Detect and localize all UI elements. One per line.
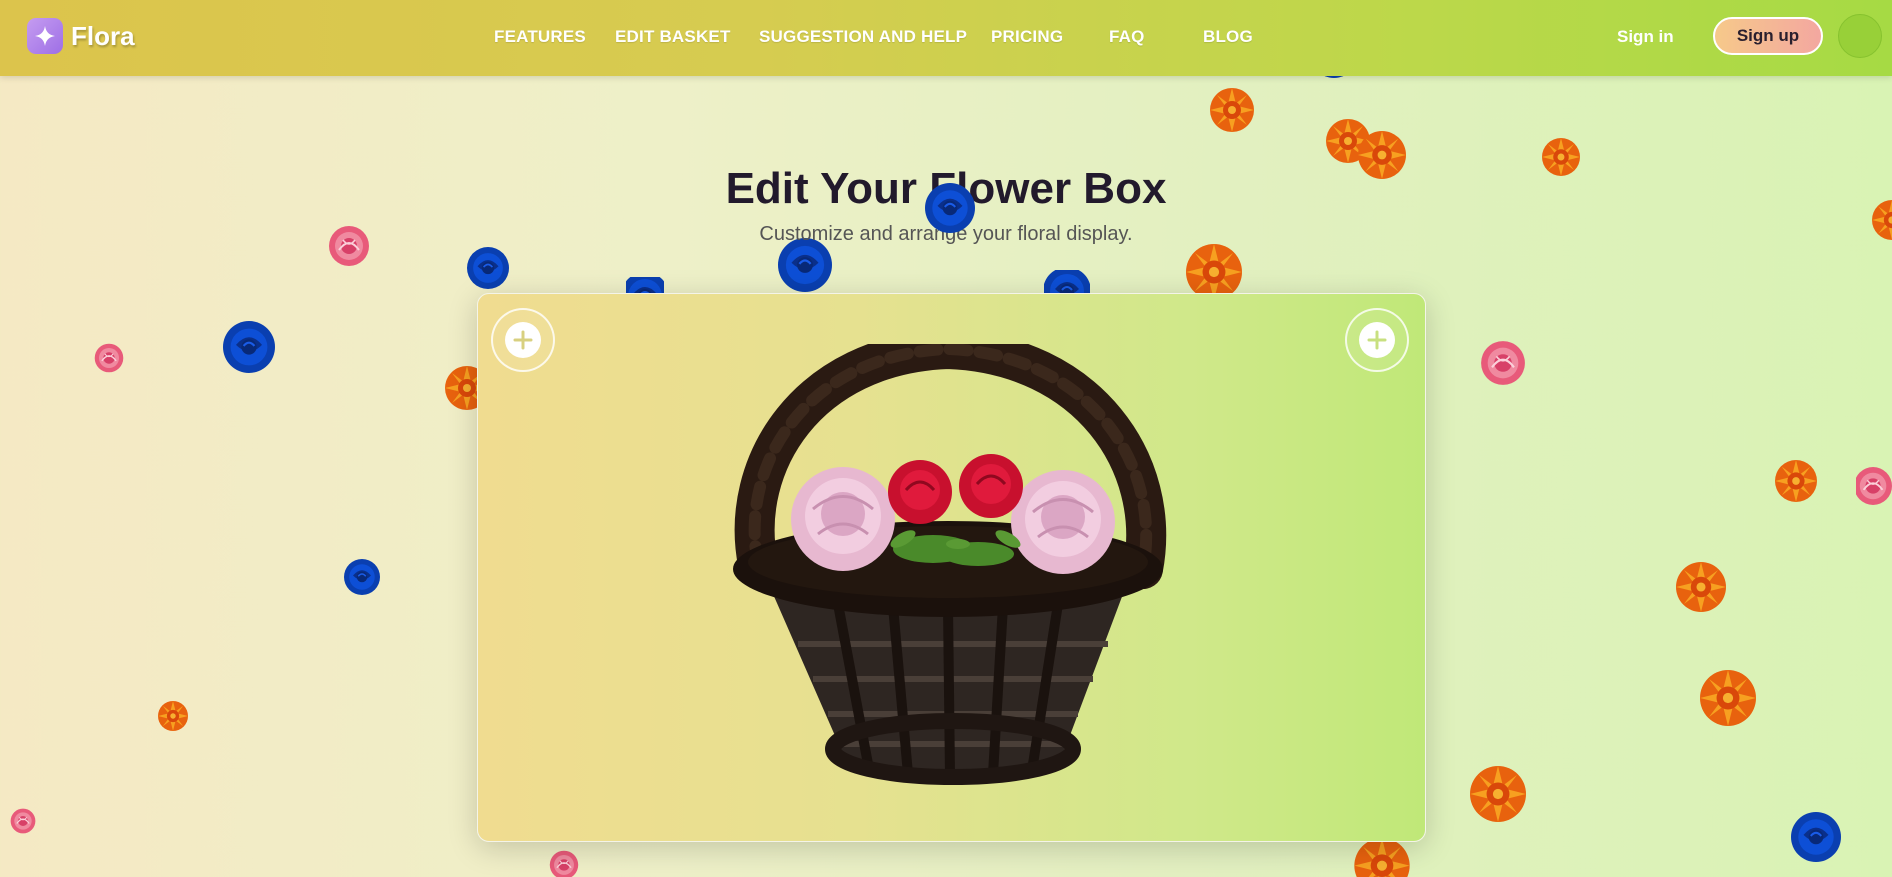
marigold-decoration <box>1470 766 1526 822</box>
nav-link-pricing[interactable]: PRICING <box>991 27 1063 47</box>
blue-rose-decoration <box>467 247 509 289</box>
flower-basket-scene[interactable] <box>718 328 1188 819</box>
brand-name: Flora <box>71 20 135 51</box>
nav-link-edit-basket[interactable]: EDIT BASKET <box>615 27 731 47</box>
blue-rose-decoration <box>1791 812 1841 862</box>
sign-up-button[interactable]: Sign up <box>1713 17 1823 55</box>
avatar[interactable] <box>1838 14 1882 58</box>
pink-rose-decoration <box>94 343 124 373</box>
top-navbar: Flora FEATURES EDIT BASKET SUGGESTION AN… <box>0 0 1892 76</box>
marigold-decoration <box>445 366 477 410</box>
add-flower-left-button[interactable] <box>491 308 555 372</box>
plus-icon <box>1359 322 1395 358</box>
marigold-decoration <box>1775 460 1817 502</box>
marigold-decoration <box>1700 670 1756 726</box>
pink-rose-decoration <box>10 808 36 834</box>
blue-rose-decoration <box>223 321 275 373</box>
blue-rose-decoration <box>778 238 832 292</box>
nav-link-suggestion-and-help[interactable]: SUGGESTION AND HELP <box>759 27 967 47</box>
nav-link-features[interactable]: FEATURES <box>494 27 586 47</box>
marigold-decoration <box>158 701 188 731</box>
marigold-decoration <box>1210 88 1254 132</box>
marigold-decoration <box>1676 562 1726 612</box>
pink-rose-decoration <box>1480 340 1526 386</box>
add-flower-right-button[interactable] <box>1345 308 1409 372</box>
brand-logo[interactable]: Flora <box>27 18 135 54</box>
nav-link-blog[interactable]: BLOG <box>1203 27 1253 47</box>
flower-box-editor[interactable] <box>477 293 1426 842</box>
sparkle-icon <box>27 18 63 54</box>
pink-rose-decoration <box>1856 466 1892 506</box>
marigold-decoration <box>1354 838 1410 877</box>
blue-rose-decoration <box>344 559 380 595</box>
marigold-decoration <box>1186 244 1242 300</box>
nav-link-faq[interactable]: FAQ <box>1109 27 1145 47</box>
sign-in-link[interactable]: Sign in <box>1617 27 1674 47</box>
sign-up-label: Sign up <box>1736 26 1800 45</box>
plus-icon <box>505 322 541 358</box>
pink-rose-decoration <box>549 850 579 877</box>
blue-rose-decoration <box>925 183 975 233</box>
